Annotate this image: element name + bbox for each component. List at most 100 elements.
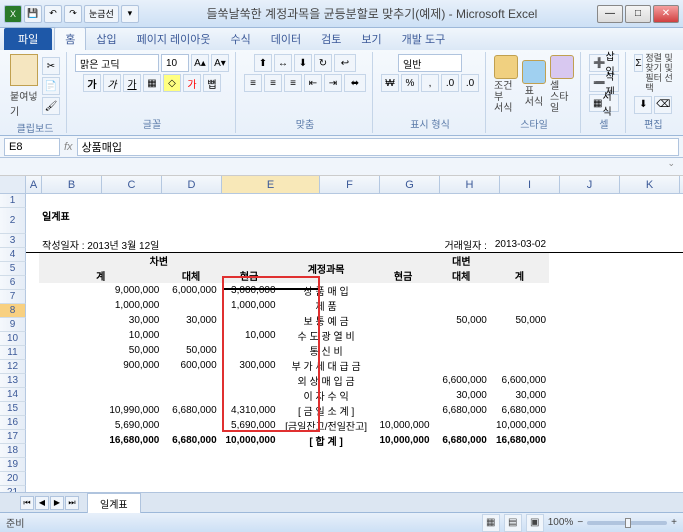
view-normal-icon[interactable]: ▦: [482, 514, 500, 532]
row-header[interactable]: 8: [0, 304, 26, 318]
merge-icon[interactable]: ⬌: [344, 74, 366, 92]
number-format-select[interactable]: 일반: [398, 54, 462, 72]
format-cells-icon[interactable]: ▦서식: [589, 94, 619, 112]
format-painter-icon[interactable]: 🖌: [42, 97, 60, 115]
tab-first-icon[interactable]: ⏮: [20, 496, 34, 510]
col-header-e[interactable]: E: [222, 176, 320, 193]
tab-insert[interactable]: 삽입: [86, 28, 126, 50]
align-top-icon[interactable]: ⬆: [254, 54, 272, 72]
row-header[interactable]: 14: [0, 388, 26, 402]
name-box[interactable]: E8: [4, 138, 60, 156]
save-icon[interactable]: 💾: [24, 5, 42, 23]
percent-icon[interactable]: %: [401, 74, 419, 92]
row-header[interactable]: 15: [0, 402, 26, 416]
tab-last-icon[interactable]: ⏭: [65, 496, 79, 510]
indent-inc-icon[interactable]: ⇥: [324, 74, 342, 92]
fill-icon[interactable]: ⬇: [634, 96, 652, 114]
col-header-h[interactable]: H: [440, 176, 500, 193]
maximize-button[interactable]: □: [625, 5, 651, 23]
col-header-j[interactable]: J: [560, 176, 620, 193]
cell-style-button[interactable]: 셀 스타일: [550, 55, 574, 114]
qa-more-icon[interactable]: ▾: [121, 5, 139, 23]
tab-prev-icon[interactable]: ◀: [35, 496, 49, 510]
view-break-icon[interactable]: ▣: [526, 514, 544, 532]
wrap-text-icon[interactable]: ↩: [334, 54, 356, 72]
sort-filter-button[interactable]: 정렬 및 찾기 및 필터 선택: [645, 54, 673, 94]
row-header[interactable]: 16: [0, 416, 26, 430]
col-header-b[interactable]: B: [42, 176, 102, 193]
col-header-k[interactable]: K: [620, 176, 680, 193]
bold-button[interactable]: 가: [83, 74, 101, 92]
font-name-select[interactable]: 맑은 고딕: [75, 54, 159, 72]
tab-layout[interactable]: 페이지 레이아웃: [127, 28, 221, 50]
row-header[interactable]: 2: [0, 208, 26, 234]
row-header[interactable]: 10: [0, 332, 26, 346]
phonetic-icon[interactable]: 뼙: [203, 74, 221, 92]
row-header[interactable]: 20: [0, 472, 26, 486]
close-button[interactable]: ✕: [653, 5, 679, 23]
autosum-icon[interactable]: Σ: [634, 54, 644, 72]
row-header[interactable]: 11: [0, 346, 26, 360]
formula-expand-icon[interactable]: ⌄: [0, 158, 683, 176]
row-header[interactable]: 12: [0, 360, 26, 374]
row-header[interactable]: 9: [0, 318, 26, 332]
table-style-button[interactable]: 표 서식: [522, 60, 546, 108]
inc-decimal-icon[interactable]: .0: [441, 74, 459, 92]
col-header-c[interactable]: C: [102, 176, 162, 193]
sheet-tab-active[interactable]: 일계표: [87, 493, 141, 513]
tab-formulas[interactable]: 수식: [221, 28, 261, 50]
indent-dec-icon[interactable]: ⇤: [304, 74, 322, 92]
qa-custom[interactable]: 눈금선: [84, 5, 119, 23]
col-header-f[interactable]: F: [320, 176, 380, 193]
align-right-icon[interactable]: ≡: [284, 74, 302, 92]
excel-icon[interactable]: X: [4, 5, 22, 23]
paste-button[interactable]: 붙여넣기: [10, 54, 38, 118]
orientation-icon[interactable]: ↻: [314, 54, 332, 72]
row-header[interactable]: 5: [0, 262, 26, 276]
undo-icon[interactable]: ↶: [44, 5, 62, 23]
tab-next-icon[interactable]: ▶: [50, 496, 64, 510]
row-header[interactable]: 18: [0, 444, 26, 458]
clear-icon[interactable]: ⌫: [654, 96, 672, 114]
cut-icon[interactable]: ✂: [42, 57, 60, 75]
minimize-button[interactable]: —: [597, 5, 623, 23]
font-size-select[interactable]: 10: [161, 54, 189, 72]
align-bottom-icon[interactable]: ⬇: [294, 54, 312, 72]
col-header-a[interactable]: A: [26, 176, 42, 193]
align-left-icon[interactable]: ≡: [244, 74, 262, 92]
col-header-i[interactable]: I: [500, 176, 560, 193]
file-tab[interactable]: 파일: [4, 28, 52, 50]
tab-developer[interactable]: 개발 도구: [392, 28, 456, 50]
align-center-icon[interactable]: ≡: [264, 74, 282, 92]
copy-icon[interactable]: 📄: [42, 77, 60, 95]
row-header[interactable]: 17: [0, 430, 26, 444]
decrease-font-icon[interactable]: A▾: [211, 54, 229, 72]
border-icon[interactable]: ▦: [143, 74, 161, 92]
redo-icon[interactable]: ↷: [64, 5, 82, 23]
zoom-out-button[interactable]: −: [577, 517, 583, 528]
row-header[interactable]: 3: [0, 234, 26, 248]
view-layout-icon[interactable]: ▤: [504, 514, 522, 532]
align-middle-icon[interactable]: ↔: [274, 54, 292, 72]
row-header[interactable]: 19: [0, 458, 26, 472]
select-all-corner[interactable]: [0, 176, 26, 193]
italic-button[interactable]: 가: [103, 74, 121, 92]
fx-icon[interactable]: fx: [64, 141, 73, 153]
comma-icon[interactable]: ,: [421, 74, 439, 92]
increase-font-icon[interactable]: A▴: [191, 54, 209, 72]
col-header-g[interactable]: G: [380, 176, 440, 193]
col-header-d[interactable]: D: [162, 176, 222, 193]
fill-color-icon[interactable]: ◇: [163, 74, 181, 92]
row-header[interactable]: 21: [0, 486, 26, 492]
currency-icon[interactable]: ₩: [381, 74, 399, 92]
zoom-in-button[interactable]: +: [671, 517, 677, 528]
formula-input[interactable]: 상품매입: [77, 138, 679, 156]
row-header[interactable]: 6: [0, 276, 26, 290]
tab-home[interactable]: 홈: [54, 27, 86, 50]
dec-decimal-icon[interactable]: .0: [461, 74, 479, 92]
row-header[interactable]: 13: [0, 374, 26, 388]
font-color-icon[interactable]: 가: [183, 74, 201, 92]
row-header[interactable]: 4: [0, 248, 26, 262]
cond-format-button[interactable]: 조건부 서식: [494, 55, 518, 114]
row-header[interactable]: 7: [0, 290, 26, 304]
